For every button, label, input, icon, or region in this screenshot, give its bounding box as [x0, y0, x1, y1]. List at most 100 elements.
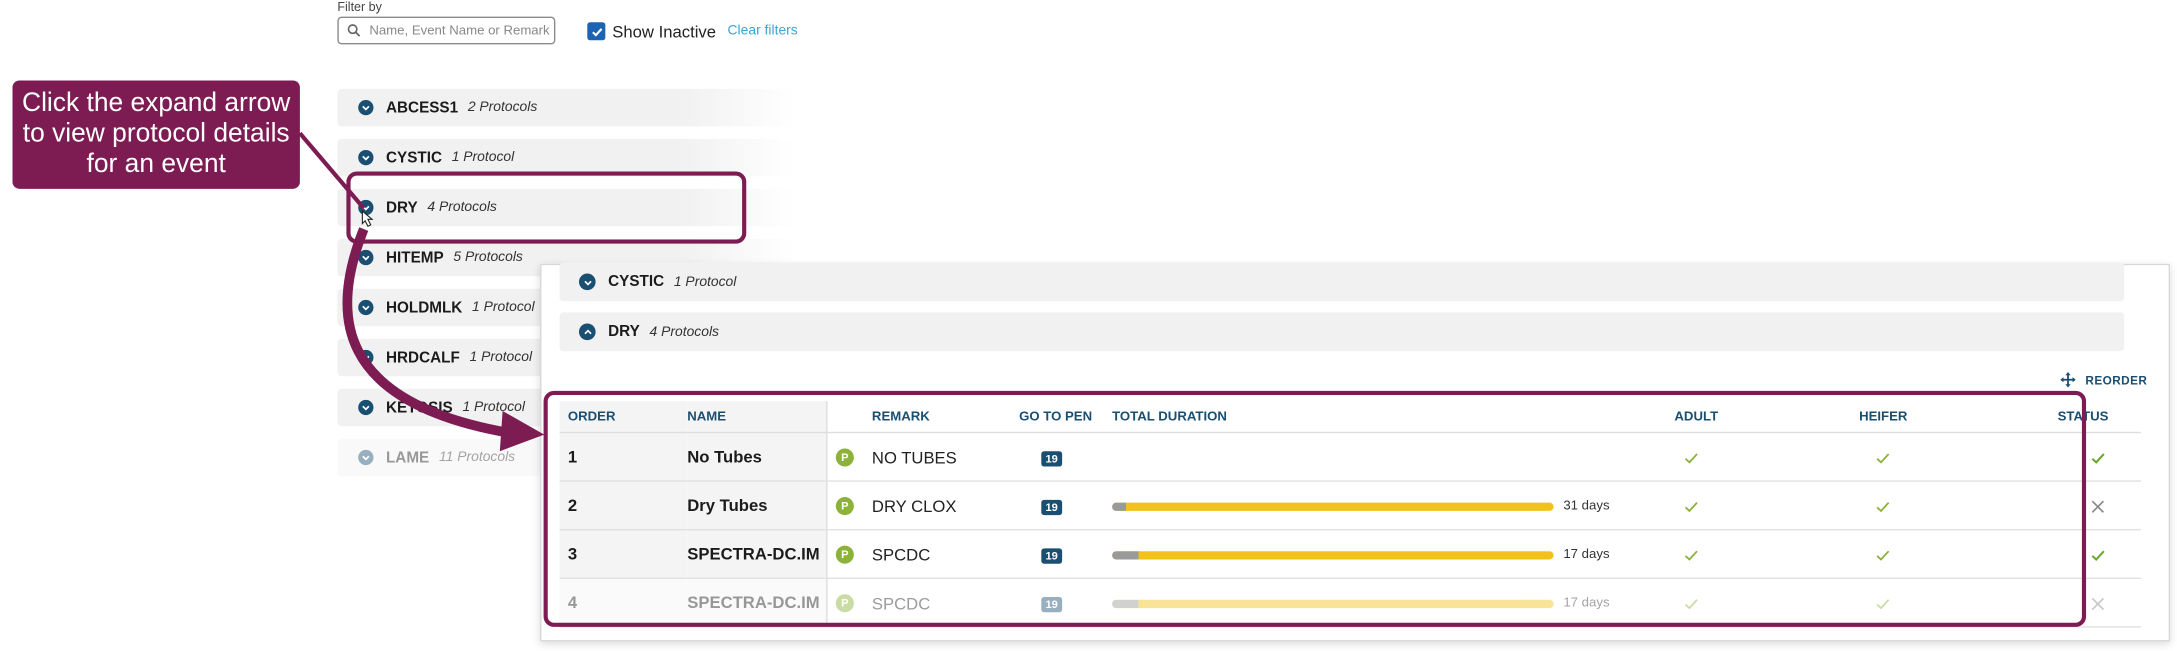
pen-badge[interactable]: 19 [1041, 451, 1062, 467]
col-go-to-pen[interactable]: GO TO PEN [1019, 401, 1113, 434]
check-icon [1874, 450, 1891, 467]
chevron-down-icon[interactable] [358, 99, 374, 116]
event-protocol-count: 1 Protocol [451, 149, 515, 166]
event-name: HRDCALF [385, 349, 460, 366]
duration-bar-gray-segment [1112, 550, 1139, 560]
event-row-abcess1[interactable]: ABCESS1 2 Protocols [337, 88, 796, 127]
reorder-label: REORDER [2085, 372, 2148, 387]
protocol-order: 2 [559, 481, 688, 531]
event-protocol-count: 4 Protocols [427, 199, 497, 216]
duration-bar-gray-segment [1112, 599, 1139, 608]
pen-badge[interactable]: 19 [1041, 548, 1062, 564]
protocol-detail-panel: CYSTIC 1 Protocol DRY 4 Protocols REORDE… [540, 262, 2171, 642]
duration-days: 31 days [1563, 498, 1610, 515]
search-input-wrapper[interactable] [337, 16, 556, 45]
chevron-down-icon[interactable] [358, 399, 374, 416]
show-inactive-label[interactable]: Show Inactive [612, 22, 716, 41]
chevron-down-icon[interactable] [358, 299, 374, 316]
event-name: KETOSIS [385, 399, 453, 416]
status-check-icon[interactable] [2090, 450, 2107, 467]
protocol-badge: P [835, 496, 854, 515]
callout-text: Click the expand arrow to view protocol … [22, 88, 291, 180]
event-protocol-count: 1 Protocol [462, 399, 525, 416]
col-order[interactable]: ORDER [559, 401, 688, 434]
search-input[interactable] [366, 21, 553, 40]
check-icon [1683, 595, 1700, 612]
check-icon [1683, 547, 1700, 564]
event-protocol-count: 5 Protocols [453, 249, 523, 266]
status-x-icon[interactable] [2090, 498, 2107, 515]
pen-badge[interactable]: 19 [1041, 597, 1062, 613]
col-adult[interactable]: ADULT [1674, 401, 1860, 434]
table-header-row: ORDER NAME REMARK GO TO PEN TOTAL DURATI… [559, 401, 2141, 434]
table-row[interactable]: 3 SPECTRA-DC.IM P SPCDC 19 17 days [559, 529, 2141, 579]
table-row[interactable]: 2 Dry Tubes P DRY CLOX 19 31 days [559, 481, 2141, 531]
duration-days: 17 days [1563, 547, 1610, 563]
col-heifer[interactable]: HEIFER [1859, 401, 2058, 434]
event-row-cystic[interactable]: CYSTIC 1 Protocol [337, 138, 796, 177]
event-row-dry[interactable]: DRY 4 Protocols [337, 188, 796, 227]
event-name: HITEMP [385, 249, 444, 266]
chevron-down-icon[interactable] [358, 149, 374, 166]
protocol-name[interactable]: Dry Tubes [687, 481, 828, 531]
chevron-down-icon[interactable] [358, 249, 374, 266]
protocol-remark: NO TUBES [871, 447, 957, 468]
detail-event-row-dry[interactable]: DRY 4 Protocols [559, 312, 2125, 352]
detail-event-row-cystic[interactable]: CYSTIC 1 Protocol [559, 262, 2125, 302]
chevron-down-icon[interactable] [358, 349, 374, 366]
chevron-up-icon[interactable] [578, 323, 596, 341]
event-protocol-count: 1 Protocol [469, 349, 533, 366]
duration-bar [1112, 599, 1554, 608]
protocol-remark: SPCDC [871, 544, 931, 565]
search-icon [347, 24, 361, 37]
duration-bar [1112, 502, 1554, 511]
check-icon [1683, 450, 1700, 467]
event-protocol-count: 1 Protocol [472, 299, 535, 316]
check-icon [1874, 498, 1891, 515]
event-name: HOLDMLK [385, 299, 463, 316]
duration-bar [1112, 550, 1554, 560]
protocol-table: ORDER NAME REMARK GO TO PEN TOTAL DURATI… [559, 401, 2141, 628]
event-name: CYSTIC [385, 149, 442, 166]
status-x-icon[interactable] [2090, 595, 2107, 612]
protocol-order: 1 [559, 432, 688, 482]
event-name: CYSTIC [608, 273, 665, 291]
status-check-icon[interactable] [2090, 547, 2107, 564]
event-protocol-count: 2 Protocols [467, 99, 538, 116]
filter-label: Filter by [337, 0, 382, 14]
pen-badge[interactable]: 19 [1041, 499, 1062, 516]
chevron-down-icon[interactable] [358, 199, 374, 216]
event-protocol-count: 4 Protocols [649, 324, 719, 340]
duration-bar-gray-segment [1112, 502, 1126, 511]
show-inactive-checkbox[interactable] [587, 22, 606, 41]
callout-box: Click the expand arrow to view protocol … [12, 80, 300, 189]
event-name: DRY [385, 199, 418, 216]
clear-filters-link[interactable]: Clear filters [728, 24, 798, 39]
event-name: LAME [385, 449, 430, 466]
protocol-badge: P [835, 545, 854, 564]
chevron-down-icon[interactable] [358, 449, 374, 466]
col-name[interactable]: NAME [687, 401, 828, 434]
protocol-badge: P [835, 448, 854, 467]
check-icon [591, 27, 602, 36]
protocol-name[interactable]: SPECTRA-DC.IM [687, 578, 828, 628]
event-protocol-count: 1 Protocol [673, 274, 737, 290]
chevron-down-icon[interactable] [578, 273, 596, 291]
col-remark[interactable]: REMARK [826, 401, 1020, 434]
protocol-badge: P [835, 594, 854, 613]
duration-days: 17 days [1563, 596, 1610, 612]
col-total-duration[interactable]: TOTAL DURATION [1112, 401, 1675, 434]
event-name: ABCESS1 [385, 99, 459, 116]
table-row[interactable]: 1 No Tubes P NO TUBES 19 [559, 432, 2141, 482]
reorder-button[interactable]: REORDER [2059, 371, 2147, 389]
col-status[interactable]: STATUS [2057, 401, 2141, 434]
protocol-name[interactable]: No Tubes [687, 432, 828, 482]
table-row[interactable]: 4 SPECTRA-DC.IM P SPCDC 19 17 days [559, 578, 2141, 628]
protocol-name[interactable]: SPECTRA-DC.IM [687, 529, 828, 579]
event-name: DRY [608, 323, 640, 341]
event-protocol-count: 11 Protocols [438, 449, 516, 466]
protocol-remark: DRY CLOX [871, 496, 957, 516]
protocol-order: 3 [559, 529, 688, 579]
check-icon [1683, 498, 1700, 515]
check-icon [1874, 547, 1891, 564]
